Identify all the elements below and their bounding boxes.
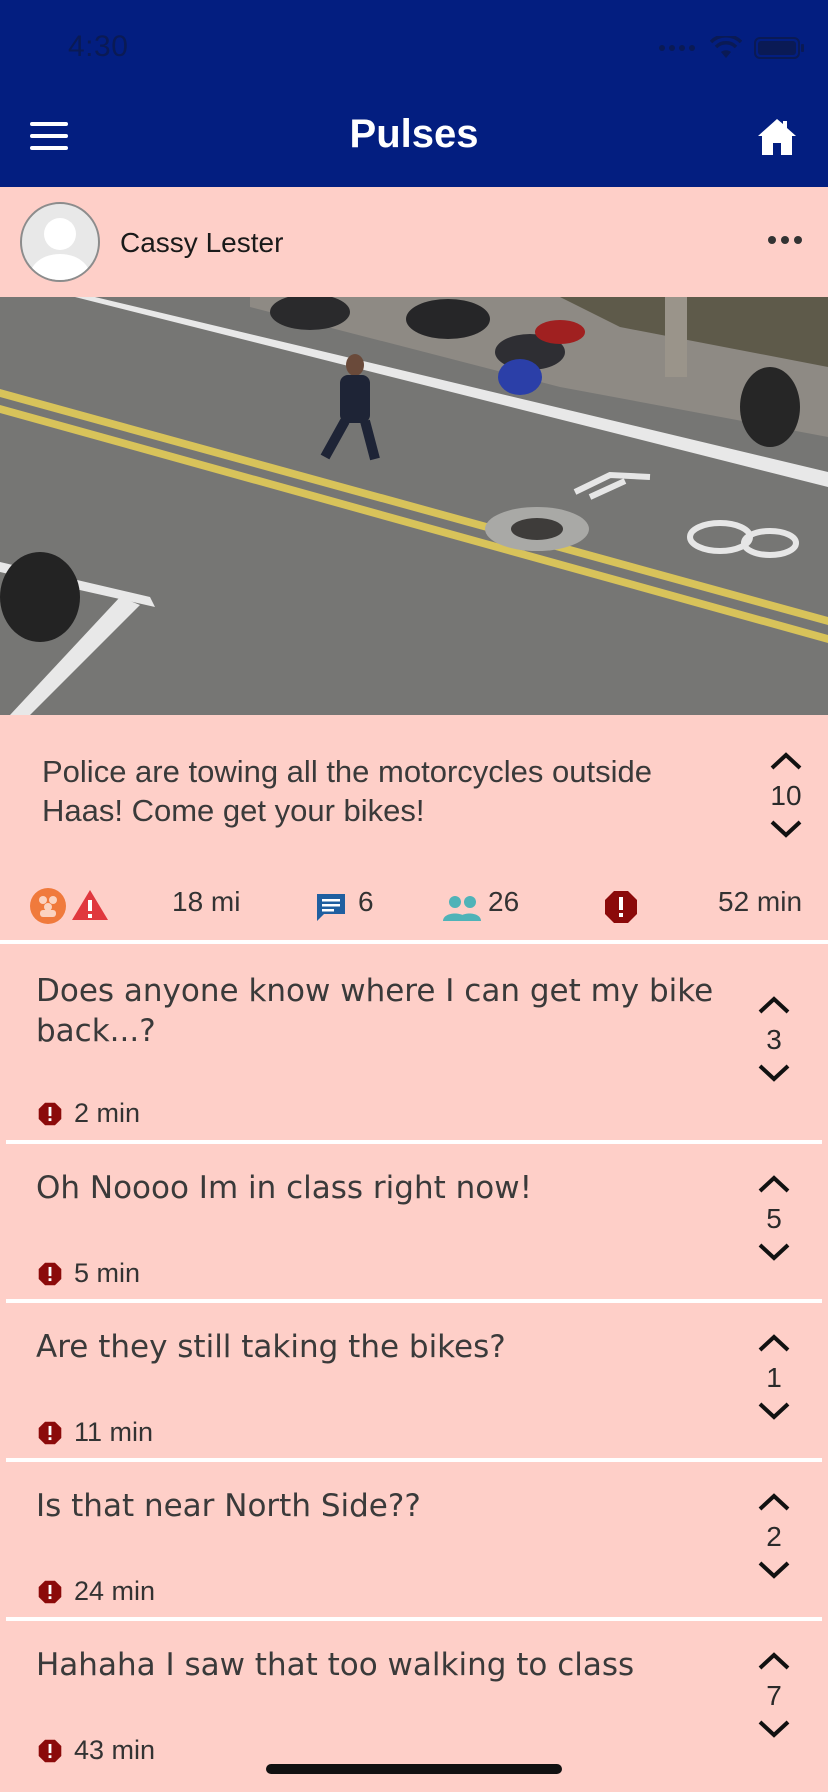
comments-count: 6: [358, 886, 374, 917]
status-time: 4:30: [68, 30, 129, 63]
downvote-icon[interactable]: [754, 1716, 794, 1742]
comment-time: 2 min: [38, 1098, 140, 1129]
comment-vote-count: 5: [766, 1203, 782, 1234]
participants-count: 26: [488, 886, 520, 917]
status-icons: [658, 36, 806, 60]
downvote-icon[interactable]: [754, 1557, 794, 1583]
comment-vote-count: 3: [766, 1024, 782, 1055]
downvote-icon[interactable]: [766, 816, 806, 842]
post-stats: 18 mi 6 26 52 min: [0, 880, 828, 930]
upvote-icon[interactable]: [754, 1171, 794, 1197]
comment-text: Is that near North Side??: [36, 1488, 421, 1524]
downvote-icon[interactable]: [754, 1398, 794, 1424]
alert-octagon-icon: [38, 1580, 62, 1603]
battery-icon: [754, 37, 804, 59]
alert-octagon-icon: [38, 1421, 62, 1444]
street-photo: [0, 297, 828, 715]
post-text: Police are towing all the motorcycles ou…: [42, 754, 652, 828]
alert-octagon-icon[interactable]: [604, 890, 638, 924]
alert-octagon-icon: [38, 1262, 62, 1285]
avatar[interactable]: [20, 202, 100, 282]
comment-text: Does anyone know where I can get my bike…: [36, 973, 714, 1049]
upvote-icon[interactable]: [766, 748, 806, 774]
upvote-icon[interactable]: [754, 1648, 794, 1674]
comment-vote-count: 1: [766, 1362, 782, 1393]
page-title: Pulses: [349, 112, 479, 156]
post-photo[interactable]: [0, 297, 828, 715]
alert-octagon-icon: [38, 1739, 62, 1762]
comment-text: Hahaha I saw that too walking to class: [36, 1647, 635, 1683]
signal-icon: [659, 45, 695, 51]
comment-text: Oh Noooo Im in class right now!: [36, 1170, 533, 1206]
post-author-row: Cassy Lester: [0, 187, 828, 297]
ellipsis-icon[interactable]: [768, 233, 802, 247]
downvote-icon[interactable]: [754, 1060, 794, 1086]
comment-time: 11 min: [38, 1417, 153, 1448]
chat-bubble-icon[interactable]: [314, 892, 348, 924]
comment-vote-count: 7: [766, 1680, 782, 1711]
comment-time-label: 11 min: [74, 1417, 154, 1447]
comment-vote: 5: [744, 1171, 804, 1265]
post-vote-count: 10: [770, 780, 802, 811]
post-divider: [0, 940, 828, 944]
comment-vote: 1: [744, 1330, 804, 1424]
avatar-placeholder-icon: [30, 218, 90, 280]
comment-divider: [6, 1299, 822, 1303]
comment-vote-count: 2: [766, 1521, 782, 1552]
upvote-icon[interactable]: [754, 992, 794, 1018]
wifi-icon: [710, 36, 742, 58]
warning-triangle-icon: [72, 890, 108, 920]
distance: 18 mi: [172, 886, 241, 917]
comment-divider: [6, 1458, 822, 1462]
comment-time: 43 min: [38, 1735, 155, 1766]
comment-time: 24 min: [38, 1576, 155, 1607]
comment-text: Are they still taking the bikes?: [36, 1329, 506, 1365]
post-time: 52 min: [718, 886, 803, 917]
upvote-icon[interactable]: [754, 1330, 794, 1356]
app-header: 4:30 Pulses: [0, 0, 828, 187]
group-badge-icon[interactable]: [30, 888, 66, 924]
comment-time: 5 min: [38, 1258, 140, 1289]
comment-vote: 3: [744, 992, 804, 1086]
comment-divider: [6, 1140, 822, 1144]
post-vote: 10: [756, 748, 816, 842]
comment-vote: 7: [744, 1648, 804, 1742]
comment-time-label: 43 min: [74, 1735, 156, 1765]
people-icon[interactable]: [442, 894, 482, 922]
comment-time-label: 2 min: [74, 1098, 141, 1128]
comment-time-label: 24 min: [74, 1576, 156, 1606]
comment-time-label: 5 min: [74, 1258, 141, 1288]
comment-divider: [6, 1617, 822, 1621]
alert-octagon-icon: [38, 1102, 62, 1125]
author-name[interactable]: Cassy Lester: [120, 227, 283, 259]
home-indicator[interactable]: [266, 1764, 562, 1774]
upvote-icon[interactable]: [754, 1489, 794, 1515]
comment-vote: 2: [744, 1489, 804, 1583]
home-icon[interactable]: [756, 116, 798, 158]
downvote-icon[interactable]: [754, 1239, 794, 1265]
